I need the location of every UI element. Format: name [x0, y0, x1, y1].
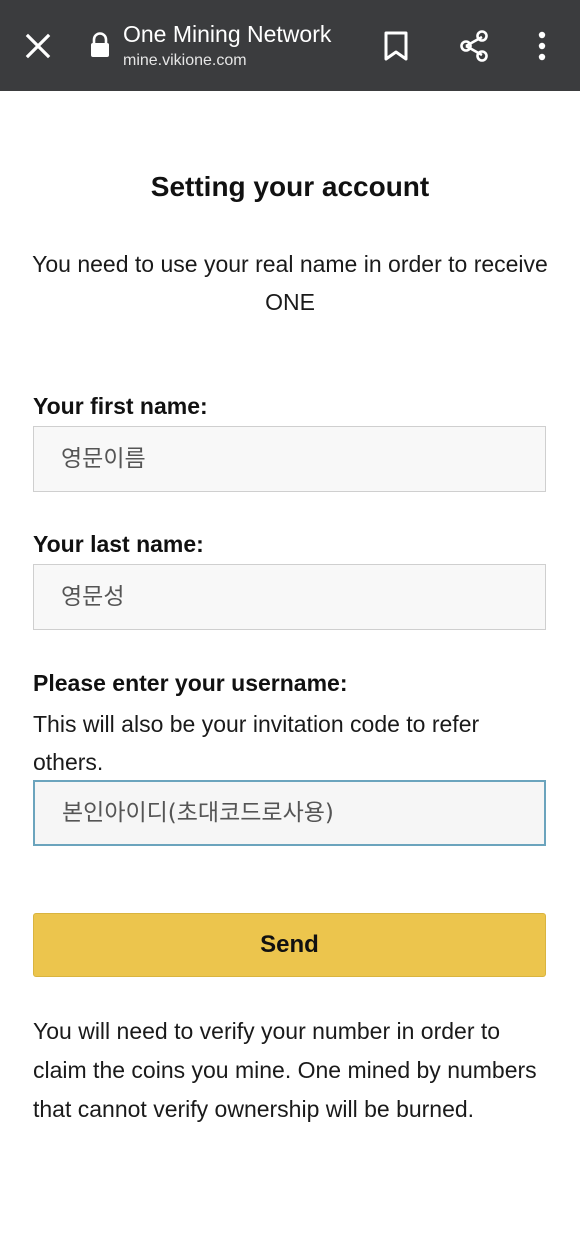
last-name-label: Your last name: [33, 531, 204, 557]
bookmark-icon [384, 31, 408, 61]
verification-note: You will need to verify your number in o… [33, 1018, 537, 1122]
more-menu-button[interactable] [518, 22, 566, 70]
lock-icon [91, 32, 109, 57]
username-help-text: This will also be your invitation code t… [33, 711, 480, 775]
more-vertical-icon [538, 31, 546, 61]
username-label: Please enter your username: [33, 670, 348, 696]
browser-toolbar: One Mining Network mine.vikione.com [0, 0, 580, 91]
first-name-input[interactable] [33, 426, 546, 492]
page-url: mine.vikione.com [123, 52, 247, 69]
form-heading: Setting your account [150, 171, 430, 202]
close-button[interactable] [14, 22, 62, 70]
username-input[interactable] [33, 780, 546, 846]
intro-text: You need to use your real name in order … [32, 251, 548, 315]
share-icon [460, 30, 488, 62]
address-bar[interactable]: One Mining Network mine.vikione.com [123, 20, 331, 72]
account-setup-form: Setting your account You need to use you… [0, 91, 580, 1247]
close-icon [25, 33, 51, 59]
page-title: One Mining Network [123, 21, 332, 47]
send-button[interactable]: Send [33, 913, 546, 977]
share-button[interactable] [450, 22, 498, 70]
first-name-label: Your first name: [33, 393, 208, 419]
last-name-input[interactable] [33, 564, 546, 630]
bookmark-button[interactable] [372, 22, 420, 70]
